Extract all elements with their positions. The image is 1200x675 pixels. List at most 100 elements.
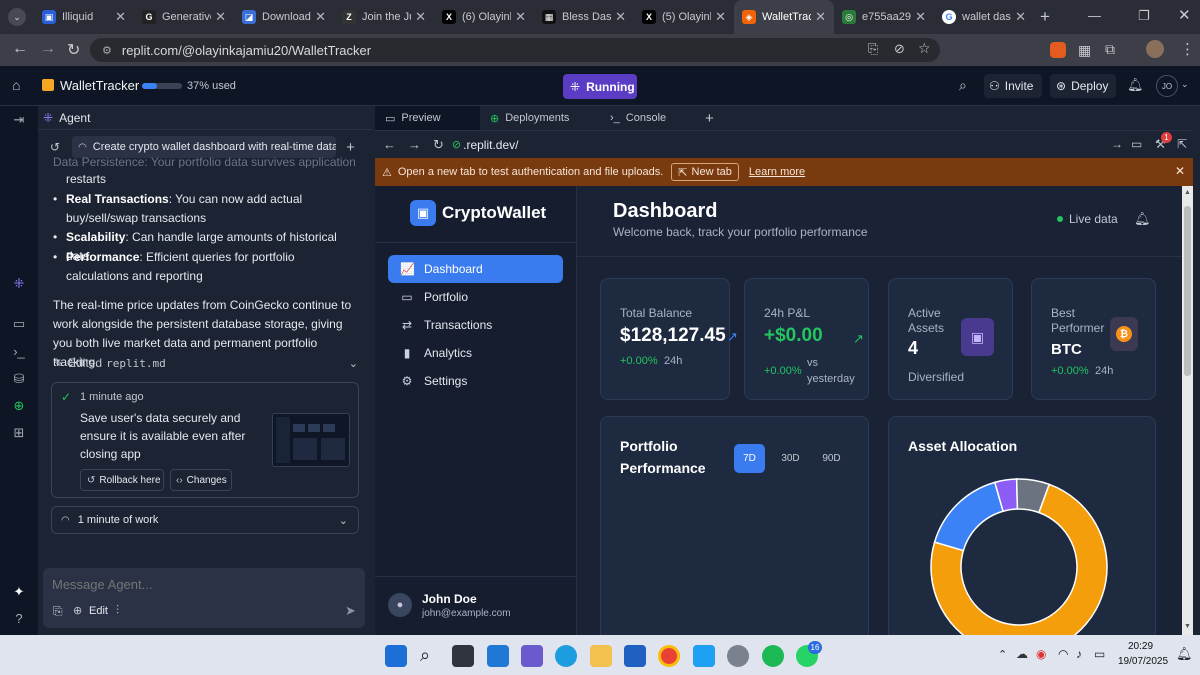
rollback-button[interactable]: ↺ Rollback here	[80, 469, 164, 491]
notifications-icon[interactable]: 🔔︎	[1176, 646, 1193, 662]
edited-file-row[interactable]: ✎ Edited replit.md ⌄	[53, 356, 358, 370]
teams-icon[interactable]	[521, 645, 543, 667]
browser-tab[interactable]: X (5) Olayink ✕	[634, 0, 734, 34]
nav-item-settings[interactable]: ⚙ Settings	[388, 367, 563, 395]
close-tab-icon[interactable]: ✕	[215, 9, 226, 25]
sidebar-toggle-icon[interactable]: ⇥	[11, 112, 27, 128]
twitter-icon[interactable]	[693, 645, 715, 667]
forward-button[interactable]: →	[40, 40, 56, 58]
nav-item-transactions[interactable]: ⇄ Transactions	[388, 311, 563, 339]
project-name[interactable]: WalletTracker	[60, 78, 139, 93]
invite-button[interactable]: ⚇ Invite	[984, 74, 1042, 98]
new-tab-button[interactable]: +	[1040, 7, 1050, 27]
settings-gear-icon[interactable]	[727, 645, 749, 667]
nav-item-portfolio[interactable]: ▭ Portfolio	[388, 283, 563, 311]
console-icon[interactable]: ›_	[11, 344, 27, 360]
browser-tab[interactable]: ◪ Download ✕	[234, 0, 334, 34]
tray-app-icon[interactable]: ◉	[1036, 647, 1046, 661]
bookmark-star-icon[interactable]: ☆	[918, 40, 931, 57]
task-view-icon[interactable]	[452, 645, 474, 667]
learn-more-link[interactable]: Learn more	[749, 166, 805, 178]
all-tools-icon[interactable]: ⊞	[11, 425, 27, 441]
user-avatar[interactable]: ●	[388, 593, 412, 617]
browser-tab[interactable]: ▦ Bless Dash✕	[534, 0, 634, 34]
database-icon[interactable]: ⛁	[11, 371, 27, 387]
settings-sliders-icon[interactable]: ⫶	[116, 603, 119, 618]
new-thread-button[interactable]: +	[346, 139, 355, 156]
browser-tab[interactable]: ◈ WalletTrac ✕	[734, 0, 834, 34]
nav-item-dashboard[interactable]: 📈 Dashboard	[388, 255, 563, 283]
external-open-icon[interactable]: ⇱	[1177, 137, 1187, 151]
wifi-icon[interactable]: ◠	[1058, 647, 1068, 661]
close-tab-icon[interactable]: ✕	[615, 9, 626, 25]
spotify-icon[interactable]	[762, 645, 784, 667]
close-banner-icon[interactable]: ✕	[1175, 164, 1185, 178]
close-tab-icon[interactable]: ✕	[815, 9, 826, 25]
tray-chevron-icon[interactable]: ⌃	[998, 648, 1007, 661]
attach-icon[interactable]: ⎘	[53, 604, 63, 619]
thread-selector[interactable]: ◠ Create crypto wallet dashboard with re…	[72, 136, 337, 158]
preview-scrollbar[interactable]: ▲ ▼	[1182, 186, 1193, 635]
url-bar[interactable]: ⚙ replit.com/@olayinkajamiu20/WalletTrac…	[90, 38, 940, 62]
reload-button[interactable]: ↻	[67, 40, 80, 60]
search-icon[interactable]: ⌕	[420, 645, 442, 667]
search-icon[interactable]: ⌕	[959, 77, 967, 94]
send-icon[interactable]: ➤	[345, 603, 356, 619]
close-tab-icon[interactable]: ✕	[715, 9, 726, 25]
tab-console[interactable]: ›_ Console	[600, 106, 705, 130]
widgets-icon[interactable]	[487, 645, 509, 667]
close-tab-icon[interactable]: ✕	[1015, 9, 1026, 25]
chrome-icon[interactable]	[658, 645, 680, 667]
edit-mode-label[interactable]: Edit	[89, 605, 108, 617]
deployments-icon[interactable]: ⊕	[11, 398, 27, 414]
minimize-button[interactable]: —	[1088, 8, 1101, 23]
clock-time[interactable]: 20:29	[1128, 641, 1153, 652]
extension-grid-icon[interactable]: ▦	[1078, 42, 1091, 59]
close-window-button[interactable]: ✕	[1178, 6, 1191, 24]
sparkle-icon[interactable]: ✦	[11, 584, 27, 600]
user-avatar[interactable]: JO	[1156, 75, 1178, 97]
scroll-down-icon[interactable]: ▼	[1184, 623, 1191, 630]
account-chevron-icon[interactable]: ⌄	[1181, 79, 1189, 90]
range-button-90d[interactable]: 90D	[816, 444, 847, 473]
tray-cloud-icon[interactable]: ☁	[1016, 647, 1028, 661]
tab-deployments[interactable]: ⊕ Deployments	[480, 106, 600, 130]
back-button[interactable]: ←	[12, 40, 28, 58]
help-icon[interactable]: ?	[11, 611, 27, 627]
volume-icon[interactable]: ♪	[1076, 647, 1082, 661]
clock-date[interactable]: 19/07/2025	[1118, 656, 1168, 667]
browser-tab[interactable]: Gwallet dash ✕	[934, 0, 1034, 34]
deploy-button[interactable]: ⊛ Deploy	[1050, 74, 1116, 98]
preview-back-icon[interactable]: ←	[383, 137, 396, 152]
browser-tab[interactable]: ◎ e755aa29- ✕	[834, 0, 934, 34]
close-tab-icon[interactable]: ✕	[415, 9, 426, 25]
close-tab-icon[interactable]: ✕	[315, 9, 326, 25]
history-icon[interactable]: ↺	[50, 140, 60, 154]
agent-input-box[interactable]: ⎘ ⊕ Edit ⫶ ➤	[43, 568, 365, 628]
install-app-icon[interactable]: ⎘	[868, 41, 878, 57]
extensions-puzzle-icon[interactable]: ⧉	[1105, 41, 1115, 58]
scroll-up-icon[interactable]: ▲	[1184, 189, 1191, 196]
agent-message-input[interactable]	[52, 575, 352, 593]
close-tab-icon[interactable]: ✕	[115, 9, 126, 25]
add-tab-button[interactable]: +	[705, 110, 714, 127]
run-status-button[interactable]: ⁜ Running	[563, 74, 637, 99]
browser-tab[interactable]: G Generative ✕	[134, 0, 234, 34]
file-explorer-icon[interactable]	[590, 645, 612, 667]
browser-tab[interactable]: ▣ Illiquid ✕	[34, 0, 134, 34]
checkpoint-thumbnail[interactable]	[272, 413, 350, 467]
devices-icon[interactable]: ▭	[1131, 137, 1142, 151]
work-summary[interactable]: ◠ 1 minute of work ⌄	[51, 506, 359, 534]
browser-menu-icon[interactable]: ⋮	[1180, 40, 1195, 58]
agent-icon[interactable]: ⁜	[11, 276, 27, 292]
home-icon[interactable]: ⌂	[12, 77, 20, 93]
notification-bell-icon[interactable]: 🔔︎	[1127, 77, 1144, 93]
scroll-thumb[interactable]	[1184, 206, 1191, 376]
tab-preview[interactable]: ▭ Preview	[375, 106, 480, 130]
new-tab-button[interactable]: ⇱ New tab	[671, 163, 739, 181]
nav-item-analytics[interactable]: ▮ Analytics	[388, 339, 563, 367]
browser-tab[interactable]: Z Join the Ju ✕	[334, 0, 434, 34]
browser-tab[interactable]: X (6) Olayink ✕	[434, 0, 534, 34]
extension-fox-icon[interactable]	[1050, 42, 1066, 58]
start-icon[interactable]	[385, 645, 407, 667]
